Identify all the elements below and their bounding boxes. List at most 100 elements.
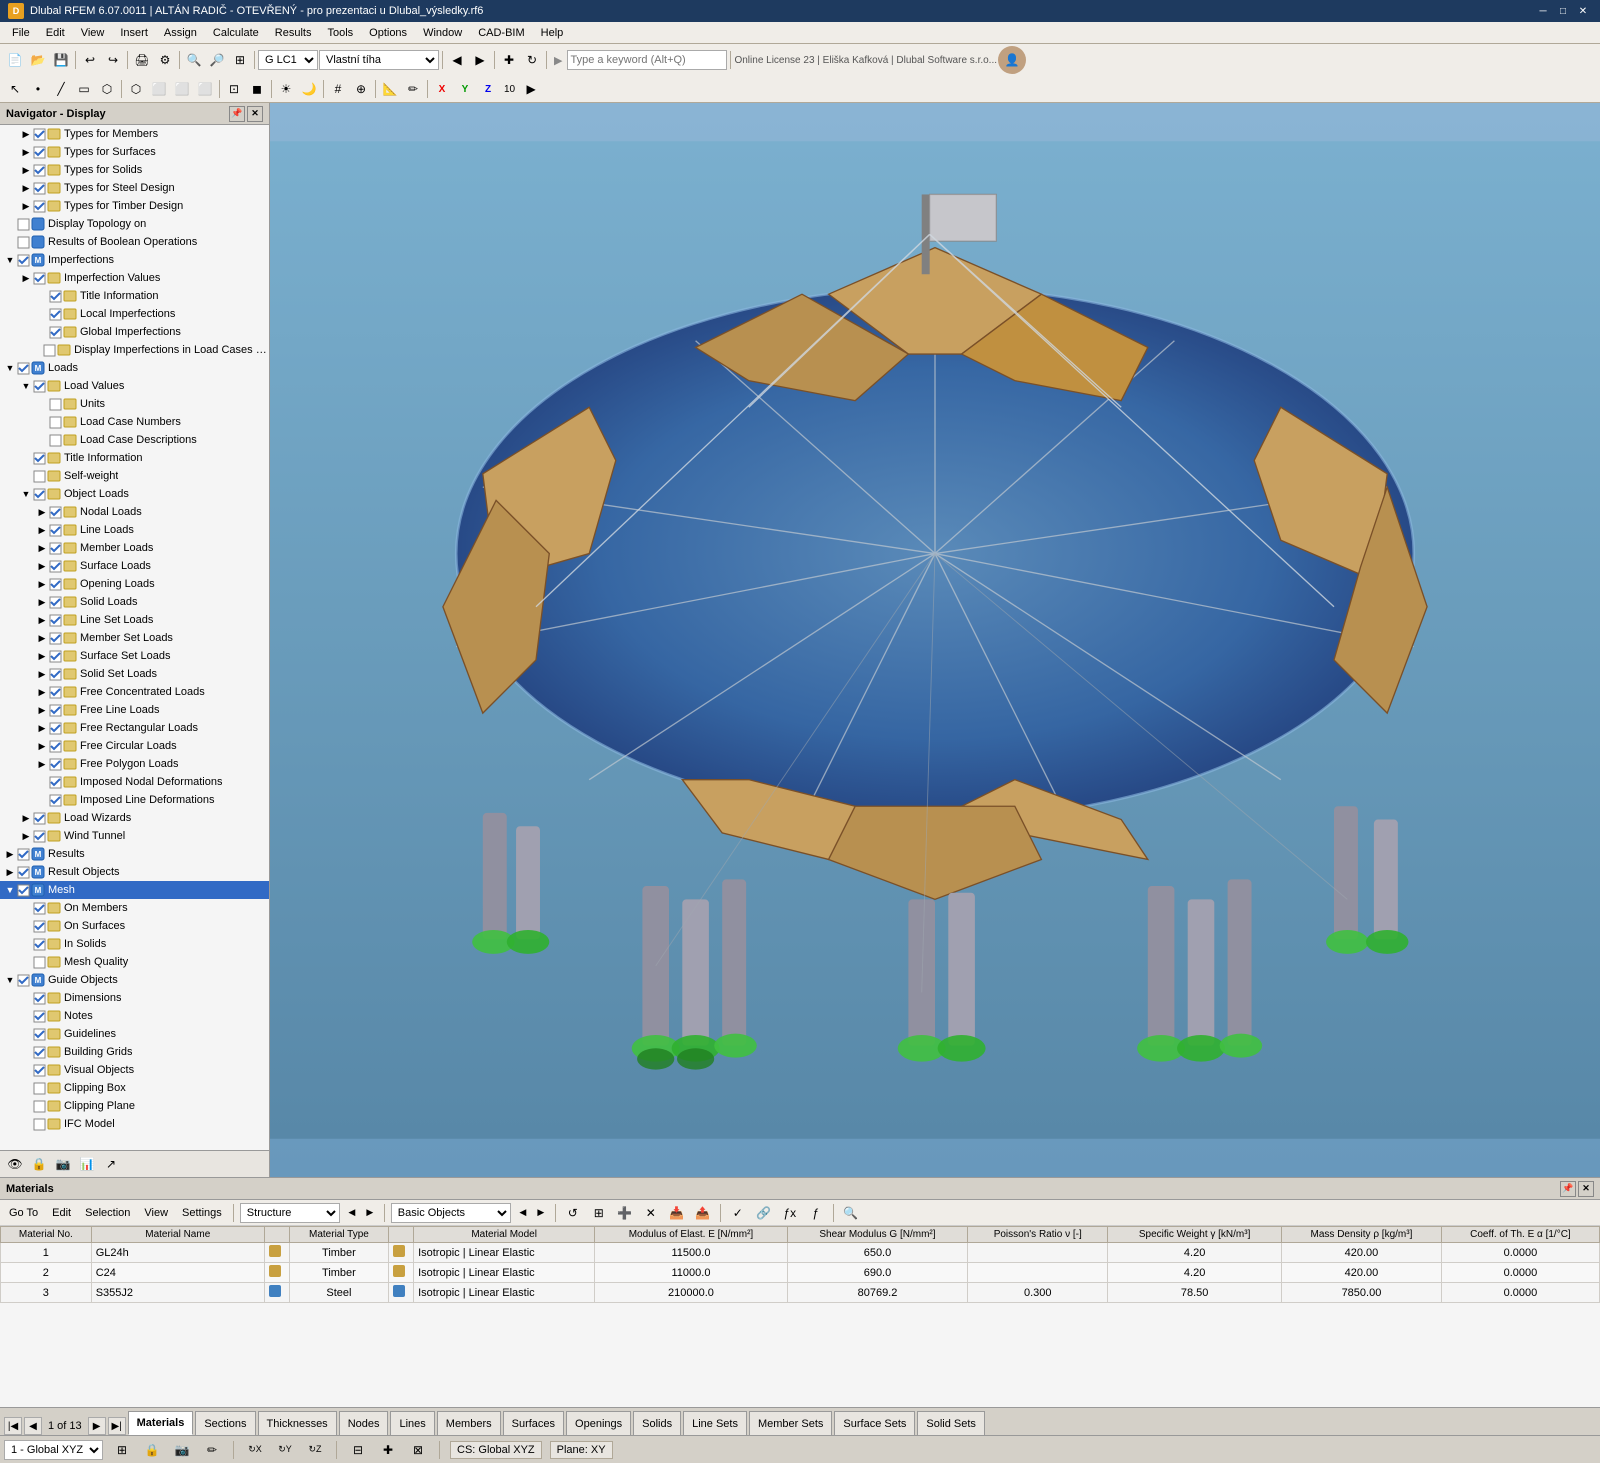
mat-close-btn[interactable]: ✕ [1578,1181,1594,1197]
move-btn[interactable]: ✚ [498,49,520,71]
tree-check-building-grids[interactable] [32,1045,46,1059]
tree-check-display-topology[interactable] [16,217,30,231]
scale-btn[interactable]: ⊟ [347,1439,369,1461]
tree-check-nodal-loads[interactable] [48,505,62,519]
tree-check-title-info-loads[interactable] [32,451,46,465]
tree-check-guidelines[interactable] [32,1027,46,1041]
menu-tools[interactable]: Tools [319,25,361,41]
tree-check-member-loads[interactable] [48,541,62,555]
tab-surface-sets[interactable]: Surface Sets [834,1411,915,1435]
tree-arrow-notes[interactable] [20,1010,32,1022]
tree-check-display-imperfections[interactable] [42,343,56,357]
wireframe-btn[interactable]: ⊡ [223,78,245,100]
tree-arrow-on-members[interactable] [20,902,32,914]
tab-members[interactable]: Members [437,1411,501,1435]
node-btn[interactable]: • [27,78,49,100]
materials-table[interactable]: Material No. Material Name Material Type… [0,1226,1600,1407]
tree-check-units[interactable] [48,397,62,411]
menu-window[interactable]: Window [415,25,470,41]
tree-check-lc-descriptions[interactable] [48,433,62,447]
status-btn2[interactable]: 🔒 [141,1439,163,1461]
status-btn4[interactable]: ✏ [201,1439,223,1461]
zoom-out-btn[interactable]: 🔎 [206,49,228,71]
tree-item-lc-descriptions[interactable]: Load Case Descriptions [0,431,269,449]
rotate-z-btn[interactable]: ↻Z [304,1439,326,1461]
tree-check-boolean-results[interactable] [16,235,30,249]
tree-item-free-circ-loads[interactable]: ▶ Free Circular Loads [0,737,269,755]
tree-check-result-objects[interactable] [16,865,30,879]
undo-btn[interactable]: ↩ [79,49,101,71]
mat-pin-btn[interactable]: 📌 [1560,1181,1576,1197]
tree-arrow-solid-loads[interactable]: ▶ [36,596,48,608]
tree-arrow-guidelines[interactable] [20,1028,32,1040]
tree-arrow-lc-numbers[interactable] [36,416,48,428]
tree-check-member-set-loads[interactable] [48,631,62,645]
surface-btn[interactable]: ▭ [73,78,95,100]
redo-btn[interactable]: ↪ [102,49,124,71]
tree-item-mesh-quality[interactable]: Mesh Quality [0,953,269,971]
tree-item-building-grids[interactable]: Building Grids [0,1043,269,1061]
light-btn[interactable]: ☀ [275,78,297,100]
selection-btn[interactable]: Selection [80,1203,135,1223]
tree-item-visual-objects[interactable]: Visual Objects [0,1061,269,1079]
tree-arrow-in-solids[interactable] [20,938,32,950]
nav-lock-btn[interactable]: 🔒 [28,1153,50,1175]
tree-check-on-members[interactable] [32,901,46,915]
tree-item-free-poly-loads[interactable]: ▶ Free Polygon Loads [0,755,269,773]
zoom-fit-btn[interactable]: ⊞ [229,49,251,71]
mat-next2-btn[interactable]: ▶ [533,1205,549,1221]
tree-check-on-surfaces[interactable] [32,919,46,933]
tree-arrow-self-weight[interactable] [20,470,32,482]
tree-item-result-objects[interactable]: ▶ M Result Objects [0,863,269,881]
tree-check-object-loads[interactable] [32,487,46,501]
tree-arrow-units[interactable] [36,398,48,410]
tree-arrow-free-line-loads[interactable]: ▶ [36,704,48,716]
menu-calculate[interactable]: Calculate [205,25,267,41]
nav-close-btn[interactable]: ✕ [247,106,263,122]
bg-btn[interactable]: 🌙 [298,78,320,100]
menu-edit[interactable]: Edit [38,25,73,41]
menu-view[interactable]: View [73,25,113,41]
tree-check-notes[interactable] [32,1009,46,1023]
tree-arrow-title-info-imp[interactable] [36,290,48,302]
edit-btn[interactable]: Edit [47,1203,76,1223]
tree-item-self-weight[interactable]: Self-weight [0,467,269,485]
tree-arrow-load-wizards[interactable]: ▶ [20,812,32,824]
tree-arrow-solid-set-loads[interactable]: ▶ [36,668,48,680]
tree-check-local-imperfections[interactable] [48,307,62,321]
tree-arrow-imperfection-values[interactable]: ▶ [20,272,32,284]
tree-check-ifc-model[interactable] [32,1117,46,1131]
status-btn3[interactable]: 📷 [171,1439,193,1461]
rotate-btn[interactable]: ↻ [521,49,543,71]
tree-arrow-load-values[interactable]: ▼ [20,380,32,392]
tree-arrow-object-loads[interactable]: ▼ [20,488,32,500]
tree-item-clipping-plane[interactable]: Clipping Plane [0,1097,269,1115]
tree-arrow-surface-set-loads[interactable]: ▶ [36,650,48,662]
tree-check-free-line-loads[interactable] [48,703,62,717]
tree-item-free-conc-loads[interactable]: ▶ Free Concentrated Loads [0,683,269,701]
tree-arrow-dimensions[interactable] [20,992,32,1004]
tree-arrow-clipping-plane[interactable] [20,1100,32,1112]
tree-arrow-on-surfaces[interactable] [20,920,32,932]
tab-line-sets[interactable]: Line Sets [683,1411,747,1435]
tree-arrow-types-members[interactable]: ▶ [20,128,32,140]
status-btn1[interactable]: ⊞ [111,1439,133,1461]
mat-prev2-btn[interactable]: ◀ [515,1205,531,1221]
tree-check-types-surfaces[interactable] [32,145,46,159]
menu-options[interactable]: Options [361,25,415,41]
tree-arrow-free-poly-loads[interactable]: ▶ [36,758,48,770]
front-view-btn[interactable]: ⬜ [148,78,170,100]
tree-check-global-imperfections[interactable] [48,325,62,339]
tab-lines[interactable]: Lines [390,1411,434,1435]
tree-arrow-nodal-loads[interactable]: ▶ [36,506,48,518]
tree-arrow-guide-objects[interactable]: ▼ [4,974,16,986]
mat-add-btn[interactable]: ➕ [614,1202,636,1224]
solid-btn[interactable]: ⬡ [96,78,118,100]
tree-item-object-loads[interactable]: ▼ Object Loads [0,485,269,503]
tree-item-dimensions[interactable]: Dimensions [0,989,269,1007]
tree-check-self-weight[interactable] [32,469,46,483]
load-combo[interactable]: Vlastní tíha [319,50,439,70]
tree-check-lc-numbers[interactable] [48,415,62,429]
new-btn[interactable]: 📄 [4,49,26,71]
mat-prev-btn[interactable]: ◀ [344,1205,360,1221]
